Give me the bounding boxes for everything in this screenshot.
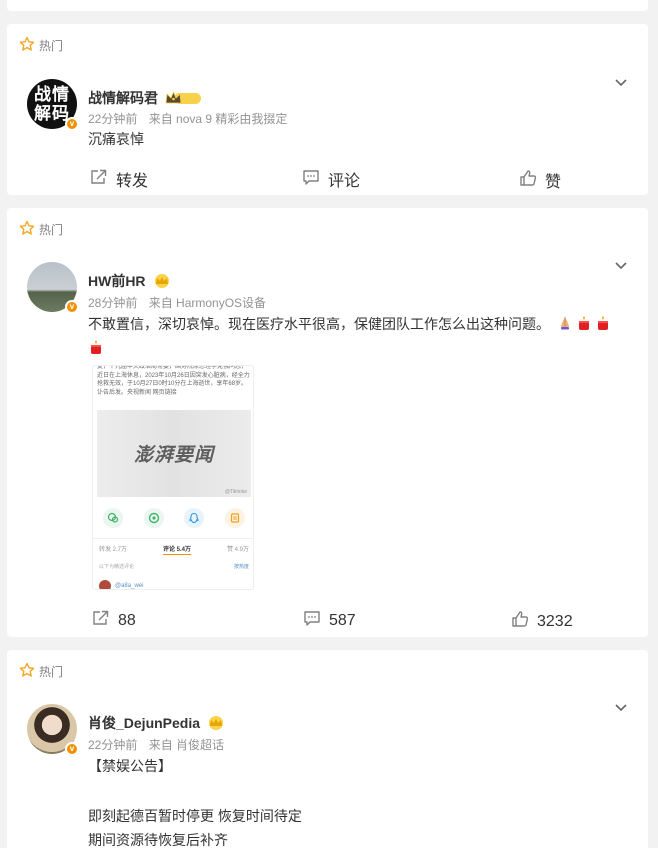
like-label: 赞 <box>545 174 562 191</box>
repost-button[interactable]: 转发 <box>90 167 148 191</box>
stat-like: 赞 4.9万 <box>226 547 249 553</box>
chevron-down-icon[interactable] <box>614 75 628 89</box>
divider <box>93 538 253 539</box>
hot-label: 热门 <box>39 39 64 53</box>
sort-toggle: 按热度 <box>233 564 249 570</box>
news-text: 复，十九届中央政治局常委，国务院原总理李克强同志，近日在上海休息，2023年10… <box>97 365 250 396</box>
previous-post-card-edge <box>7 0 648 11</box>
verified-badge: v <box>65 117 79 131</box>
wechat-icon <box>103 508 123 528</box>
candle-emoji-icon <box>576 314 592 330</box>
hot-tag: 热门 <box>19 36 63 55</box>
like-button[interactable]: 3232 <box>511 610 573 633</box>
avatar[interactable]: 战情解码 v <box>27 79 79 131</box>
sort-label: 以下为精选评论 <box>99 564 135 570</box>
like-count: 3232 <box>537 612 573 630</box>
avatar-text: 战情解码 <box>34 85 70 123</box>
stat-repost: 转发 2.7万 <box>99 547 128 553</box>
comment-icon <box>303 609 321 632</box>
news-banner-image: 澎湃要闻 @Tikitoke <box>97 410 251 497</box>
post-card-3: 热门 v 肖俊_DejunPedia 22分钟前 来自 肖俊超话 【禁娱公告】 … <box>7 650 648 848</box>
watermark: @Tikitoke <box>224 489 247 495</box>
post-line: 【禁娱公告】 <box>88 758 172 774</box>
repost-button[interactable]: 88 <box>92 609 136 632</box>
avatar[interactable]: v <box>27 704 79 756</box>
commenter-avatar <box>99 580 111 589</box>
repost-icon <box>92 609 110 632</box>
chevron-down-icon[interactable] <box>614 258 628 272</box>
post-time[interactable]: 22分钟前 <box>88 112 137 126</box>
comment-button[interactable]: 评论 <box>302 167 360 191</box>
post-meta: 22分钟前 来自 nova 9 精彩由我掇定 <box>88 110 287 127</box>
author-name[interactable]: 肖俊_DejunPedia <box>88 713 200 733</box>
comment-icon <box>302 168 320 191</box>
author-name[interactable]: 战情解码君 <box>88 88 158 108</box>
stat-comment: 评论 5.4万 <box>162 544 191 555</box>
commenter-row: @a8a_wei <box>99 580 144 589</box>
post-line: 期间资源待恢复后补齐 <box>88 832 228 848</box>
post-text: 不敢置信，深切哀悼。现在医疗水平很高，保健团队工作怎么出这种问题。 <box>88 316 550 332</box>
post-source: 来自 肖俊超话 <box>148 738 225 752</box>
post-line <box>88 778 302 802</box>
repost-icon <box>90 168 108 191</box>
post-text-block: 不敢置信，深切哀悼。现在医疗水平很高，保健团队工作怎么出这种问题。 <box>88 312 618 360</box>
post-image-thumbnail[interactable]: 复，十九届中央政治局常委，国务院原总理李克强同志，近日在上海休息，2023年10… <box>92 365 254 590</box>
comment-count: 587 <box>329 611 356 629</box>
post-source: 来自 nova 9 精彩由我掇定 <box>148 112 288 126</box>
post-text-block: 【禁娱公告】 即刻起德百暂时停更 恢复时间待定 期间资源待恢复后补齐 <box>88 754 302 848</box>
thumbs-up-icon <box>511 610 529 633</box>
commenter-name: @a8a_wei <box>115 583 144 589</box>
post-source: 来自 HarmonyOS设备 <box>148 296 267 310</box>
stats-row: 转发 2.7万 评论 5.4万 赞 4.9万 <box>99 544 249 555</box>
post-meta: 28分钟前 来自 HarmonyOS设备 <box>88 294 266 311</box>
post-text: 沉痛哀悼 <box>88 131 144 147</box>
repost-count: 88 <box>118 611 136 629</box>
comment-button[interactable]: 587 <box>303 609 356 632</box>
repost-label: 转发 <box>116 173 149 190</box>
star-icon <box>19 36 35 55</box>
hot-tag: 热门 <box>19 662 63 681</box>
pray-emoji-icon <box>557 314 573 330</box>
candle-emoji-icon <box>88 338 104 354</box>
moments-icon <box>143 508 164 528</box>
post-time[interactable]: 22分钟前 <box>88 738 137 752</box>
verified-badge: v <box>65 742 79 756</box>
post-card-2: 热门 v HW前HR 28分钟前 来自 HarmonyOS设备 不敢置信，深切哀… <box>7 208 648 637</box>
qq-icon <box>184 508 205 528</box>
banner-text: 澎湃要闻 <box>133 445 214 466</box>
level-crown-icon <box>164 90 202 106</box>
hot-label: 热门 <box>39 665 64 679</box>
crown-icon <box>206 715 226 731</box>
star-icon <box>19 662 35 681</box>
hot-tag: 热门 <box>19 220 63 239</box>
author-name[interactable]: HW前HR <box>88 271 146 291</box>
share-icons-row <box>103 508 245 528</box>
sort-row: 以下为精选评论 按热度 <box>99 563 249 570</box>
chevron-down-icon[interactable] <box>614 700 628 714</box>
post-card-1: 热门 战情解码 v 战情解码君 22分钟前 来自 nova 9 精彩由我掇定 沉… <box>7 24 648 195</box>
hot-label: 热门 <box>39 223 64 237</box>
like-button[interactable]: 赞 <box>519 168 561 192</box>
post-time[interactable]: 28分钟前 <box>88 296 137 310</box>
avatar[interactable]: v <box>27 262 79 314</box>
post-meta: 22分钟前 来自 肖俊超话 <box>88 736 224 753</box>
thumbs-up-icon <box>519 169 537 192</box>
post-line: 即刻起德百暂时停更 恢复时间待定 <box>88 808 302 824</box>
verified-badge: v <box>65 300 79 314</box>
qzone-icon <box>224 508 245 528</box>
candle-emoji-icon <box>595 314 611 330</box>
comment-label: 评论 <box>328 173 361 190</box>
star-icon <box>19 220 35 239</box>
crown-icon <box>152 273 172 289</box>
